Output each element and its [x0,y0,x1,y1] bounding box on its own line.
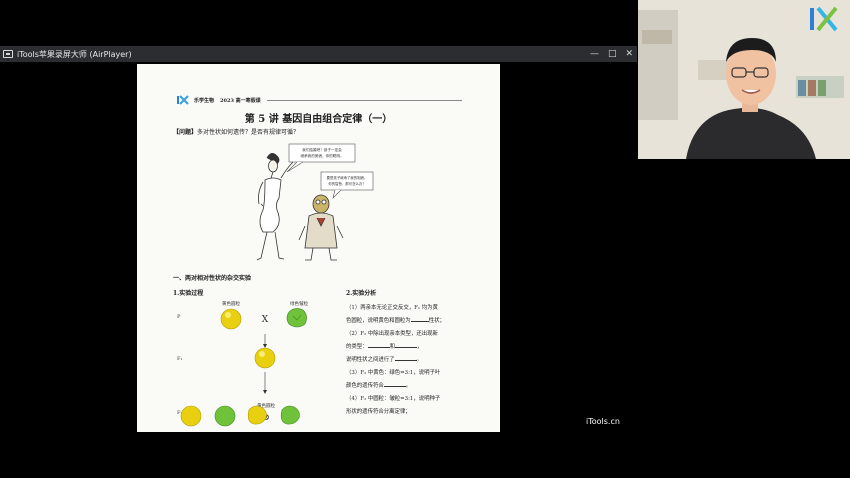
analysis-line: 形状的遗传符合分离定律； [346,409,411,415]
p-generation-label: P [177,314,181,320]
course-name: 2023 高一寒假课 [220,97,261,104]
analysis-line: 。 [416,357,422,363]
parent-yellow-round-label: 黄色圆粒 [222,300,240,307]
answer-blank[interactable] [367,342,390,348]
page-title: 第 5 讲 基因自由组合定律（一） [244,114,393,125]
brand-name: 乐学生物 [194,97,215,104]
answer-blank[interactable] [394,342,417,348]
window-title: iTools苹果录屏大师 (AirPlayer) [17,49,132,59]
cartoon-illustration: 我们结婚吧！孩子一定会 继承我的美貌、你的聪明。 要是孩子继承了我的相貌、 你的… [256,143,374,261]
itools-watermark: iTools.cn [586,417,620,426]
screen-mirror-icon [3,50,13,58]
question-line: 【问题】多对性状如何遗传？是否有规律可循？ [173,127,299,136]
analysis-line: （4）F₂ 中圆粒：皱粒=3:1，说明种子 [346,396,441,402]
analysis-line: ， [416,344,423,350]
f2-yellow-round-pea-icon [180,405,202,427]
cross-symbol: X [262,315,269,325]
webcam-feed [638,0,850,159]
analysis-line: 的类型： [346,344,368,350]
minimize-button[interactable]: — [590,46,599,62]
f2-green-round-pea-icon [214,405,236,427]
analysis-line: 色圆粒，说明黄色和圆粒为 [346,318,411,324]
maximize-button[interactable]: □ [608,46,617,62]
green-wrinkled-pea-icon [286,308,307,328]
window-controls: — □ ✕ [590,46,633,62]
question-label: 【问题】 [173,129,198,136]
parent-green-wrinkled-label: 绿色皱粒 [290,300,308,307]
answer-blank[interactable] [383,381,406,387]
old-man-figure [298,194,344,261]
woman-figure [256,153,294,261]
f1-generation-label: F₁ [177,356,182,362]
f2-yellow-wrinkled-pea-icon [247,405,267,425]
player-titlebar: iTools苹果录屏大师 (AirPlayer) — □ ✕ [0,46,637,62]
experiment-analysis-heading: 2.实验分析 [346,290,377,297]
brand-logo-icon [177,95,189,105]
answer-blank[interactable] [410,316,429,322]
experiment-analysis-text: （1）两亲本无论正交反交，F₁ 均为黄 色圆粒，说明黄色和圆粒为 性状； （2）F… [346,302,496,419]
bubble-1-line-1: 我们结婚吧！孩子一定会 [302,147,342,152]
document-page: 乐学生物 2023 高一寒假课 第 5 讲 基因自由组合定律（一） 【问题】多对… [137,64,500,432]
bubble-2-line-2: 你的智慧，那可怎么办？ [328,181,365,186]
speech-bubble-1 [288,143,356,163]
analysis-line: （1）两亲本无论正交反交，F₁ 均为黄 [346,305,438,311]
analysis-line: 性状； [428,318,445,324]
bubble-2-line-1: 要是孩子继承了我的相貌、 [327,175,368,180]
teacher-video [638,0,850,159]
section-1-heading: 一、两对相对性状的杂交实验 [173,275,252,282]
f2-peas-row [180,405,300,427]
analysis-line: 。 [405,383,412,389]
analysis-line: 颜色的遗传符合 [346,383,384,389]
f1-yellow-round-pea-icon [254,347,276,369]
yellow-round-pea-icon [220,308,242,330]
close-button[interactable]: ✕ [625,46,633,62]
header-rule [266,99,462,101]
analysis-line: （2）F₂ 中除出现亲本类型，还出现新 [346,331,438,337]
analysis-line: （3）F₂ 中黄色：绿色=3:1，说明子叶 [346,370,441,376]
bubble-1-line-2: 继承我的美貌、你的聪明。 [300,153,343,158]
speech-bubble-2 [320,171,374,191]
question-text: 多对性状如何遗传？是否有规律可循？ [197,129,300,136]
analysis-line: 说明性状之间进行了 [346,357,395,363]
f2-green-wrinkled-pea-icon [280,405,300,425]
answer-blank[interactable] [394,355,417,361]
page-header: 乐学生物 2023 高一寒假课 [177,94,462,106]
